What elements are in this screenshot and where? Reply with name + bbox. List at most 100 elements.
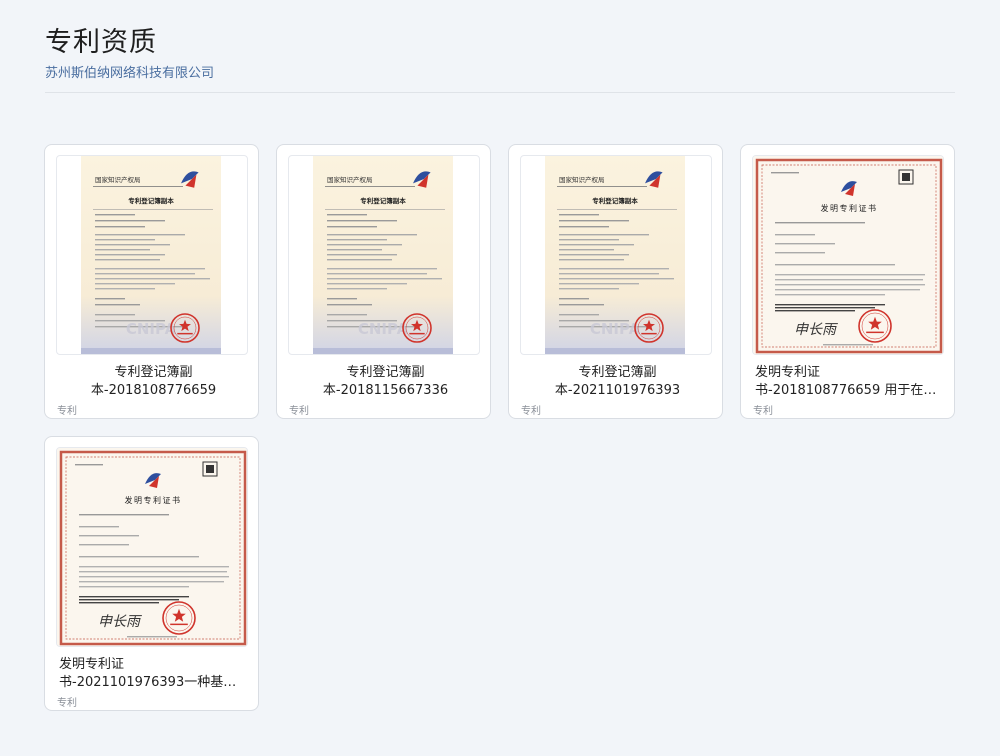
text-line bbox=[327, 278, 442, 280]
patent-thumbnail[interactable]: 发明专利证书 申长雨 bbox=[56, 447, 248, 647]
seal-band bbox=[641, 332, 657, 335]
text-line bbox=[327, 226, 377, 228]
doc-heading-main: 发明专利证书 bbox=[821, 203, 878, 213]
text-line bbox=[327, 244, 402, 246]
text-line bbox=[325, 209, 445, 210]
text-line bbox=[775, 279, 923, 281]
text-line bbox=[95, 259, 160, 261]
text-line bbox=[325, 186, 415, 187]
text-line bbox=[559, 288, 619, 290]
card-title[interactable]: 专利登记簿副本-2018108776659 bbox=[59, 363, 248, 401]
text-line bbox=[79, 544, 129, 546]
text-line bbox=[775, 294, 885, 296]
text-line bbox=[95, 298, 125, 300]
patent-thumbnail[interactable]: 国家知识产权局 专利登记簿副本 CNIPA bbox=[520, 155, 712, 355]
text-line bbox=[95, 278, 210, 280]
text-line bbox=[79, 514, 169, 516]
signature-mark: 申长雨 bbox=[794, 322, 838, 338]
seal-band bbox=[866, 331, 884, 334]
text-line bbox=[775, 252, 825, 254]
text-line bbox=[327, 259, 392, 261]
register-document-image: 国家知识产权局专利登记簿副本 CNIPA bbox=[545, 156, 685, 354]
patent-card[interactable]: 国家知识产权局 专利登记簿副本 CNIPA 专利登记簿副本-202110197639… bbox=[508, 144, 723, 419]
text-line bbox=[95, 283, 175, 285]
text-line bbox=[327, 234, 417, 236]
text-line bbox=[95, 268, 205, 270]
text-line bbox=[775, 307, 875, 309]
text-line bbox=[559, 283, 639, 285]
text-line bbox=[559, 226, 609, 228]
text-line bbox=[79, 535, 139, 537]
text-line bbox=[93, 186, 183, 187]
cnipa-watermark: CNIPA bbox=[590, 320, 641, 338]
card-title[interactable]: 发明专利证书-2021101976393一种基于多兴趣重复网络的会话推... bbox=[59, 655, 248, 693]
text-line bbox=[79, 586, 189, 588]
text-line bbox=[775, 234, 815, 236]
text-line bbox=[775, 274, 925, 276]
card-title[interactable]: 专利登记簿副本-2021101976393 bbox=[523, 363, 712, 401]
patent-thumbnail[interactable]: 国家知识产权局专利登记簿副本 CNIPA bbox=[288, 155, 480, 355]
text-line bbox=[79, 602, 159, 604]
text-line bbox=[559, 278, 674, 280]
card-tag: 专利 bbox=[289, 406, 309, 417]
card-tag: 专利 bbox=[57, 698, 77, 709]
doc-heading-main: 发明专利证书 bbox=[125, 495, 182, 505]
text-line bbox=[559, 254, 629, 256]
seal-band bbox=[409, 332, 425, 335]
text-line bbox=[93, 209, 213, 210]
text-line bbox=[559, 268, 669, 270]
seal-band bbox=[177, 332, 193, 335]
text-line bbox=[95, 226, 145, 228]
doc-heading-top: 国家知识产权局 bbox=[327, 175, 373, 184]
text-line bbox=[327, 288, 387, 290]
patent-card[interactable]: 国家知识产权局 专利登记簿副本 CNIPA 专利登记簿副本-201810877665… bbox=[44, 144, 259, 419]
text-line bbox=[775, 304, 885, 306]
text-line bbox=[327, 220, 397, 222]
text-line bbox=[559, 249, 614, 251]
patent-thumbnail[interactable]: 发明专利证书申长雨 bbox=[752, 155, 944, 355]
document-footer-band bbox=[313, 348, 453, 354]
text-line bbox=[559, 304, 604, 306]
text-line bbox=[327, 254, 397, 256]
text-line bbox=[327, 304, 372, 306]
text-line bbox=[95, 249, 150, 251]
cnipa-watermark: CNIPA bbox=[126, 320, 177, 338]
text-line bbox=[327, 283, 407, 285]
text-line bbox=[559, 244, 634, 246]
card-title[interactable]: 发明专利证书-2018108776659 用于在线客服服务的计算机可读存... bbox=[755, 363, 944, 401]
seal-band bbox=[170, 623, 188, 626]
card-tag: 专利 bbox=[521, 406, 541, 417]
text-line bbox=[95, 234, 185, 236]
qr-code bbox=[206, 465, 214, 473]
text-line bbox=[79, 566, 229, 568]
patent-thumbnail[interactable]: 国家知识产权局 专利登记簿副本 CNIPA bbox=[56, 155, 248, 355]
text-line bbox=[79, 599, 179, 601]
text-line bbox=[95, 214, 135, 216]
doc-heading-top: 国家知识产权局 bbox=[559, 175, 605, 184]
card-title[interactable]: 专利登记簿副本-2018115667336 bbox=[291, 363, 480, 401]
text-line bbox=[79, 556, 199, 558]
text-line bbox=[75, 464, 103, 466]
patent-card[interactable]: 发明专利证书申长雨 发明专利证书-2018108776659 用于在线客服服务的… bbox=[740, 144, 955, 419]
text-line bbox=[557, 209, 677, 210]
text-line bbox=[327, 214, 367, 216]
doc-heading-top: 国家知识产权局 bbox=[95, 175, 141, 184]
text-line bbox=[775, 310, 855, 312]
text-line bbox=[95, 288, 155, 290]
doc-heading-main: 专利登记簿副本 bbox=[360, 196, 406, 205]
cnipa-watermark: CNIPA bbox=[358, 320, 409, 338]
patent-card[interactable]: 发明专利证书申长雨 发明专利证书-2021101976393一种基于多兴趣重复网… bbox=[44, 436, 259, 711]
text-line bbox=[79, 576, 229, 578]
text-line bbox=[327, 273, 427, 275]
patent-card[interactable]: 国家知识产权局专利登记簿副本 CNIPA 专利登记簿副本-201811566733… bbox=[276, 144, 491, 419]
text-line bbox=[327, 249, 382, 251]
text-line bbox=[771, 172, 799, 174]
text-line bbox=[823, 344, 873, 346]
text-line bbox=[775, 264, 895, 266]
document-footer-band bbox=[81, 348, 221, 354]
page-title: 专利资质 bbox=[45, 27, 157, 58]
register-document-image: 国家知识产权局专利登记簿副本 CNIPA bbox=[313, 156, 453, 354]
certificate-document-image: 发明专利证书申长雨 bbox=[753, 156, 943, 354]
text-line bbox=[327, 239, 387, 241]
text-line bbox=[775, 284, 925, 286]
